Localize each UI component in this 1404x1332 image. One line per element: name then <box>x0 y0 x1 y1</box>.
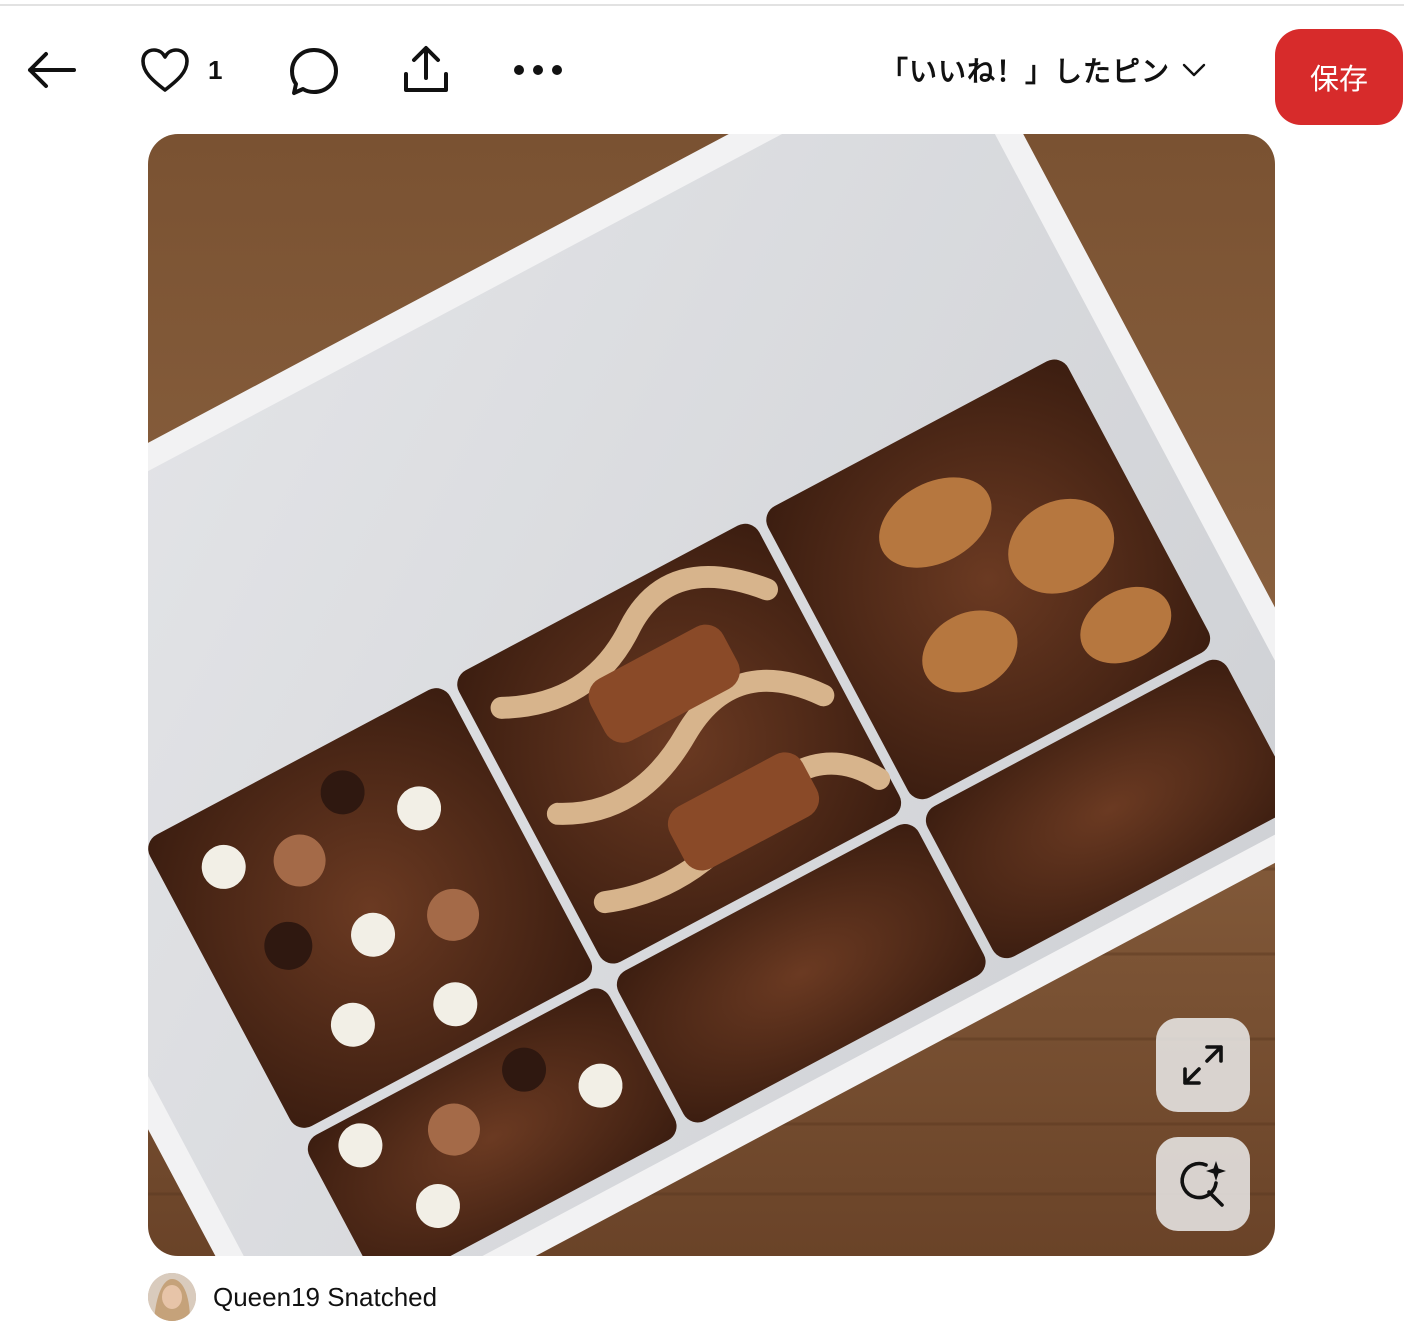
brownie-box-photo <box>148 134 1275 1256</box>
ellipsis-icon <box>514 65 562 75</box>
avatar[interactable] <box>148 1273 196 1321</box>
like-button[interactable]: 1 <box>140 40 250 100</box>
comment-button[interactable] <box>282 40 346 104</box>
avatar-image <box>148 1273 196 1321</box>
save-button[interactable]: 保存 <box>1275 29 1403 125</box>
author-name[interactable]: Queen19 Snatched <box>213 1282 437 1313</box>
board-select-dropdown[interactable]: 「いいね！」したピン <box>880 48 1206 92</box>
share-upload-icon <box>404 46 448 92</box>
expand-icon <box>1183 1045 1223 1085</box>
back-button[interactable] <box>18 38 82 102</box>
top-divider <box>0 0 1404 6</box>
board-select-label: 「いいね！」したピン <box>880 56 1171 87</box>
pin-image[interactable] <box>148 134 1275 1256</box>
more-options-button[interactable] <box>506 38 570 102</box>
share-button[interactable] <box>394 38 458 102</box>
pin-author[interactable]: Queen19 Snatched <box>148 1272 437 1322</box>
visual-search-icon <box>1180 1161 1226 1207</box>
pin-toolbar: 1 「いいね！」したピン 保存 <box>0 8 1404 128</box>
like-count: 1 <box>208 54 223 85</box>
heart-icon <box>141 48 189 92</box>
expand-image-button[interactable] <box>1156 1018 1250 1112</box>
visual-search-button[interactable] <box>1156 1137 1250 1231</box>
arrow-left-icon <box>28 52 76 88</box>
comment-bubble-icon <box>290 48 338 95</box>
chevron-down-icon <box>1182 63 1206 77</box>
